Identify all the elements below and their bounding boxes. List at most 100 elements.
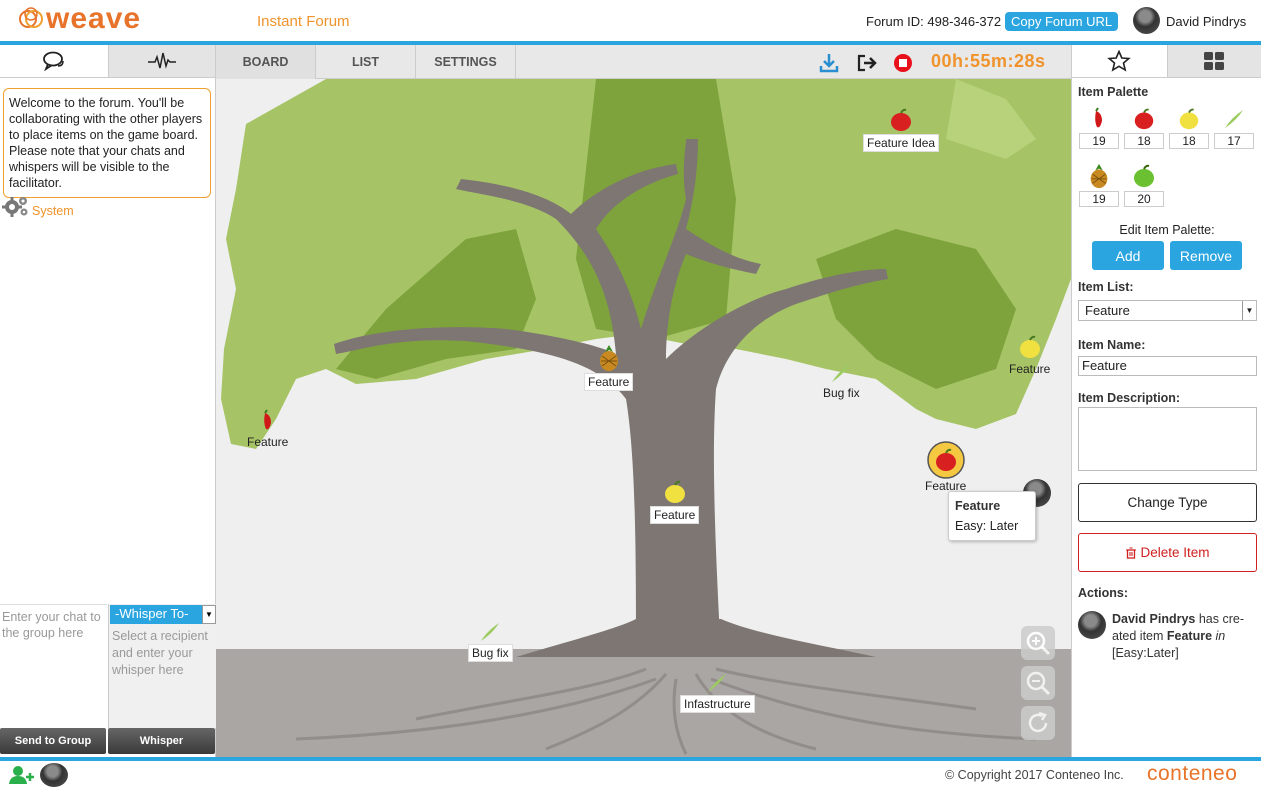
board-item[interactable]: Feature: [584, 344, 634, 391]
item-list-select[interactable]: Feature ▼: [1078, 300, 1257, 321]
palette-title: Item Palette: [1078, 85, 1149, 99]
tab-grid[interactable]: [1166, 45, 1261, 78]
palette-count: 19: [1079, 191, 1119, 207]
item-name-input[interactable]: Feature: [1078, 356, 1257, 376]
board-item-label: Feature: [584, 373, 634, 391]
tree-background: [216, 79, 1071, 757]
whisper-select-label: -Whisper To-: [115, 606, 189, 621]
board-item[interactable]: Feature: [650, 479, 700, 524]
board-item-label: Feature: [247, 435, 289, 449]
item-description-label: Item Description:: [1078, 391, 1181, 405]
pineapple-icon: [1090, 163, 1108, 189]
board-item[interactable]: Bug fix: [468, 621, 513, 662]
trash-icon: [1126, 546, 1137, 559]
action-user: David Pindrys: [1112, 612, 1196, 626]
palette-count: 19: [1079, 133, 1119, 149]
action-entry: David Pindrys has cre-ated item Feature …: [1112, 611, 1260, 662]
forum-id: Forum ID: 498-346-372: [866, 14, 1002, 29]
board-item-label: Bug fix: [468, 644, 513, 662]
welcome-message: Welcome to the forum. You'll be collabor…: [3, 88, 211, 198]
actions-label: Actions:: [1078, 586, 1128, 600]
palette-count: 18: [1124, 133, 1164, 149]
tab-list[interactable]: LIST: [316, 45, 416, 79]
tab-activity[interactable]: [107, 45, 215, 78]
system-label: System: [32, 204, 74, 218]
board-item[interactable]: Feature: [244, 409, 291, 450]
group-chat-input[interactable]: Enter your chat to the group here: [0, 604, 107, 728]
add-user-icon[interactable]: [8, 765, 36, 785]
stop-icon[interactable]: [892, 52, 914, 74]
tooltip-value: Easy: Later: [955, 519, 1019, 533]
tab-settings[interactable]: SETTINGS: [416, 45, 516, 79]
board-item-label: Infastructure: [680, 695, 755, 713]
conteneo-logo: conteneo: [1147, 762, 1238, 785]
palette-item[interactable]: 19: [1079, 107, 1119, 149]
board-item-label: Feature Idea: [863, 134, 940, 152]
action-in: in: [1212, 629, 1226, 643]
download-icon[interactable]: [818, 52, 840, 74]
top-bar: weave Instant Forum Forum ID: 498-346-37…: [0, 0, 1261, 41]
chevron-down-icon[interactable]: ▼: [202, 605, 216, 624]
green-apple-icon: [1134, 164, 1154, 187]
leaf-icon: [481, 623, 500, 641]
whisper-button[interactable]: Whisper: [108, 728, 215, 754]
board-item[interactable]: Bug fix: [820, 362, 863, 401]
board-item[interactable]: Feature: [1006, 334, 1053, 377]
delete-item-button[interactable]: Delete Item: [1078, 533, 1257, 572]
exit-icon[interactable]: [856, 52, 878, 74]
weave-logo: weave: [18, 4, 141, 34]
avatar[interactable]: [40, 763, 68, 787]
palette-item[interactable]: 17: [1214, 107, 1254, 149]
tab-chat[interactable]: [0, 45, 108, 78]
change-type-button[interactable]: Change Type: [1078, 483, 1257, 522]
item-name-label: Item Name:: [1078, 338, 1146, 352]
item-panel: Item Palette 19 18 18 17 19 20 Edit Item…: [1071, 45, 1261, 757]
forum-type-label: Instant Forum: [257, 13, 350, 30]
palette-item[interactable]: 18: [1124, 107, 1164, 149]
copyright: © Copyright 2017 Conteneo Inc.: [945, 768, 1124, 782]
weave-logo-icon: [19, 7, 43, 28]
whisper-area: -Whisper To- ▼ Select a recipient and en…: [108, 604, 216, 728]
tab-board[interactable]: BOARD: [216, 45, 316, 79]
avatar: [1078, 611, 1106, 639]
red-apple-icon: [891, 108, 912, 131]
star-icon: [1107, 50, 1132, 72]
whisper-input[interactable]: Select a recipient and enter your whispe…: [112, 628, 212, 679]
footer: © Copyright 2017 Conteneo Inc. conteneo: [0, 761, 1261, 787]
red-apple-icon: [1134, 108, 1154, 130]
tab-palette[interactable]: [1072, 45, 1167, 78]
copy-forum-url-button[interactable]: Copy Forum URL: [1005, 12, 1119, 31]
item-description-input[interactable]: [1078, 407, 1257, 471]
whisper-recipient-select[interactable]: -Whisper To- ▼: [110, 605, 216, 624]
chat-bubbles-icon: [42, 51, 64, 71]
remove-button[interactable]: Remove: [1170, 241, 1242, 270]
palette-count: 20: [1124, 191, 1164, 207]
board-item-label: Feature: [650, 506, 700, 524]
game-board[interactable]: Feature Idea Feature Feature Bug fix Fea…: [216, 79, 1071, 757]
action-bucket: [Easy:Later]: [1112, 646, 1179, 660]
tooltip-title: Feature: [955, 499, 1001, 513]
palette-item[interactable]: 19: [1079, 163, 1119, 207]
session-timer: 00h:55m:28s: [931, 51, 1046, 71]
send-to-group-button[interactable]: Send to Group: [0, 728, 106, 754]
avatar[interactable]: [1133, 7, 1160, 34]
zoom-in-button[interactable]: [1021, 626, 1055, 660]
activity-pulse-icon: [147, 52, 176, 69]
delete-item-label: Delete Item: [1140, 545, 1210, 560]
add-button[interactable]: Add: [1092, 241, 1164, 270]
board-item[interactable]: Feature Idea: [863, 107, 940, 152]
edit-palette-label: Edit Item Palette:: [1119, 223, 1215, 237]
chevron-down-icon[interactable]: ▼: [1242, 301, 1256, 320]
item-list-value: Feature: [1085, 303, 1130, 318]
board-item-selected[interactable]: Feature: [922, 440, 969, 494]
user-name[interactable]: David Pindrys: [1166, 14, 1246, 29]
reset-view-button[interactable]: [1021, 706, 1055, 740]
board-item[interactable]: Infastructure: [680, 672, 755, 713]
gears-icon: [2, 197, 28, 217]
palette-item[interactable]: 20: [1124, 163, 1164, 207]
zoom-out-button[interactable]: [1021, 666, 1055, 700]
palette-item[interactable]: 18: [1169, 107, 1209, 149]
app-name: weave: [46, 2, 142, 35]
zoom-out-icon: [1026, 671, 1051, 696]
red-apple-icon: [926, 441, 965, 479]
